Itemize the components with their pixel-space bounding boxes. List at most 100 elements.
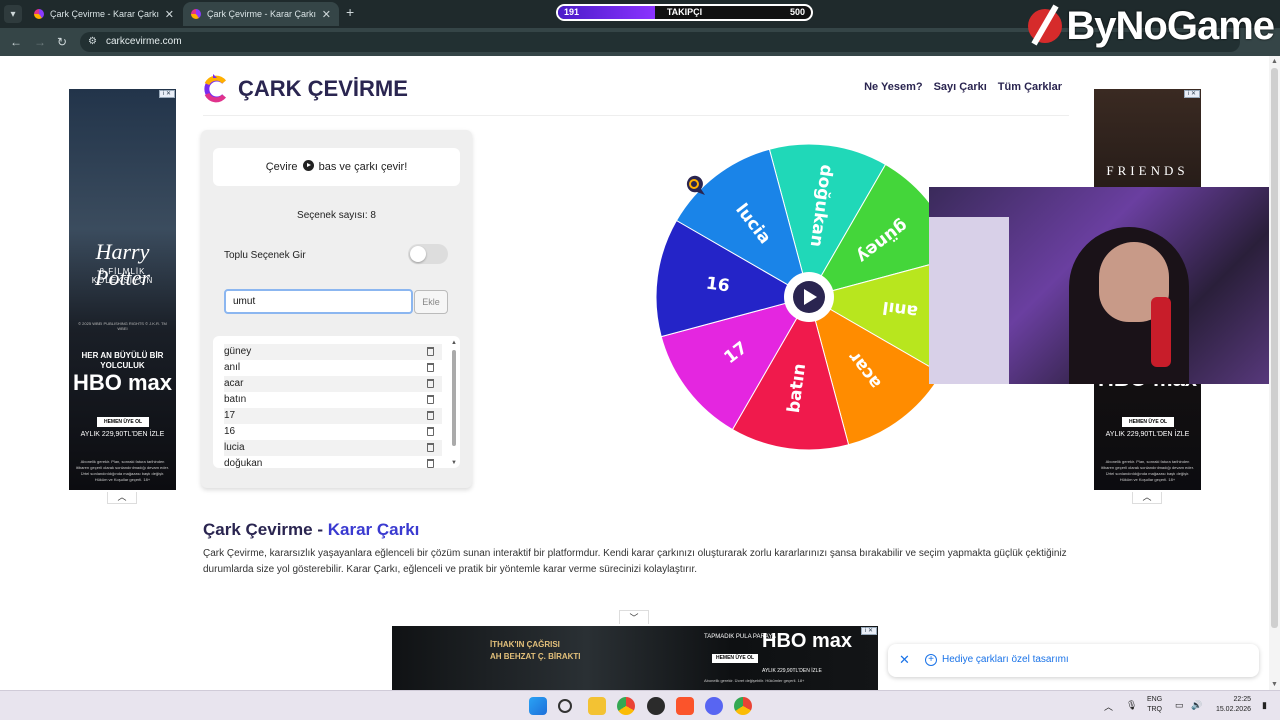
trash-icon[interactable] <box>427 459 434 468</box>
trash-icon[interactable] <box>427 411 434 420</box>
trash-icon[interactable] <box>427 443 434 452</box>
ad-price: AYLIK 229,90TL'DEN İZLE <box>1105 431 1190 438</box>
site-logo-icon[interactable] <box>202 74 228 104</box>
scroll-down-icon[interactable]: ▼ <box>1271 681 1278 688</box>
option-input[interactable] <box>224 289 413 314</box>
nav-tum-carklar[interactable]: Tüm Çarklar <box>998 81 1062 93</box>
browser-tab-2[interactable]: Çark Çevirme - Karar Çarkı ✕ <box>183 2 339 26</box>
trash-icon[interactable] <box>427 347 434 356</box>
left-ad-banner[interactable]: i ✕ Harry Potter 8 FİLMLİK KOLEKSİYON © … <box>69 89 176 490</box>
play-icon <box>302 160 314 171</box>
windows-taskbar: ︿ 🎙 ENG TRQ ▭ 🔊 22:25 15.02.2026 ▮ <box>0 690 1280 720</box>
option-label: batın <box>224 394 247 405</box>
ad-cta-button[interactable]: HEMEN ÜYE OL <box>712 654 758 663</box>
site-info-icon[interactable]: ⚙ <box>88 36 97 47</box>
option-row: acar <box>224 376 442 392</box>
section-title-accent: Karar Çarkı <box>327 520 420 539</box>
spin-hint-before: Çevire <box>265 161 298 173</box>
follower-goal-bar: 191 TAKIPÇI 500 <box>556 4 813 21</box>
section-title: Çark Çevirme - Karar Çarkı <box>203 520 419 540</box>
ad-fine-print: Abonelik gerekir. Plan, sonraki fatura t… <box>76 459 169 482</box>
scroll-thumb[interactable] <box>452 350 456 446</box>
site-favicon-icon <box>191 9 201 19</box>
option-row: 17 <box>224 408 442 424</box>
add-option-button[interactable]: Ekle <box>414 290 448 314</box>
option-row: doğukan <box>224 456 442 468</box>
option-label: doğukan <box>224 458 263 468</box>
bynogame-overlay-logo: ByNoGame <box>1028 2 1275 50</box>
webcam-wall <box>929 217 1009 384</box>
custom-design-label[interactable]: Hediye çarkları özel tasarımı <box>942 654 1069 665</box>
system-clock[interactable]: 22:25 15.02.2026 <box>1207 695 1251 715</box>
site-nav: Ne Yesem? Sayı Çarkı Tüm Çarklar <box>864 81 1062 93</box>
microphone-icon[interactable]: 🎙 <box>1126 700 1137 711</box>
nav-sayi-carki[interactable]: Sayı Çarkı <box>934 81 987 93</box>
ad-price: AYLIK 229,90TL'DEN İZLE <box>762 668 822 674</box>
trash-icon[interactable] <box>427 427 434 436</box>
network-icon[interactable]: ▭ <box>1175 700 1184 711</box>
tab-close-icon[interactable]: ✕ <box>165 8 174 21</box>
options-scrollbar[interactable]: ▲ ▼ <box>451 340 457 466</box>
search-icon[interactable] <box>558 699 572 713</box>
ad-fine-print: Abonelik gerekir. Plan, sonraki fatura t… <box>1101 459 1194 482</box>
page-scroll-thumb[interactable] <box>1271 68 1278 628</box>
scroll-down-icon[interactable]: ▼ <box>451 460 457 466</box>
section-description: Çark Çevirme, kararsızlık yaşayanlara eğ… <box>203 548 1067 575</box>
options-list[interactable]: güney anıl acar batın 17 16 lucia doğukan ▲ ▼ <box>213 336 460 468</box>
browser-tab-1[interactable]: Çark Çevirme - Karar Çarkı ✕ <box>26 2 182 26</box>
bottom-ad-collapse-button[interactable]: ﹀ <box>619 610 649 624</box>
tab-search-button[interactable]: ▾ <box>4 5 22 23</box>
back-arrow-icon[interactable]: ← <box>10 35 22 49</box>
start-icon[interactable] <box>529 697 547 715</box>
option-row: güney <box>224 344 442 360</box>
scroll-up-icon[interactable]: ▲ <box>1271 58 1278 65</box>
reload-icon[interactable]: ↻ <box>57 35 67 49</box>
address-url: carkcevirme.com <box>106 36 182 47</box>
bulk-input-toggle[interactable] <box>408 244 448 264</box>
clock-date: 15.02.2026 <box>1215 706 1251 713</box>
file-explorer-icon[interactable] <box>588 697 606 715</box>
left-ad-collapse-button[interactable]: ︿ <box>107 492 137 504</box>
page-scrollbar[interactable]: ▲ ▼ <box>1269 56 1280 690</box>
trash-icon[interactable] <box>427 395 434 404</box>
section-title-main: Çark Çevirme - <box>203 520 328 539</box>
close-icon[interactable]: ✕ <box>899 652 910 668</box>
language-indicator[interactable]: ENG TRQ <box>1147 695 1162 715</box>
tab-title: Çark Çevirme - Karar Çarkı <box>50 9 160 19</box>
bottom-ad-banner[interactable]: i ✕ İTHAK'IN ÇAĞRISI AH BEHZAT Ç. BİRAKT… <box>392 626 878 690</box>
new-tab-button[interactable]: + <box>346 4 354 20</box>
scroll-up-icon[interactable]: ▲ <box>451 340 457 346</box>
option-row: lucia <box>224 440 442 456</box>
tab-title: Çark Çevirme - Karar Çarkı <box>207 9 317 19</box>
chrome-icon[interactable] <box>617 697 635 715</box>
chrome-active-icon[interactable] <box>734 697 752 715</box>
option-label: 17 <box>224 410 236 421</box>
ad-choices-icon[interactable]: i ✕ <box>1184 90 1200 98</box>
ad-cta-button[interactable]: HEMEN ÜYE OL <box>1122 417 1174 427</box>
app-icon[interactable] <box>647 697 665 715</box>
ad-choices-icon[interactable]: i ✕ <box>861 627 877 635</box>
notification-icon[interactable]: ▮ <box>1262 700 1267 711</box>
site-favicon-icon <box>34 9 44 19</box>
nav-ne-yesem[interactable]: Ne Yesem? <box>864 81 923 93</box>
forward-arrow-icon[interactable]: → <box>34 35 46 49</box>
ad-choices-icon[interactable]: i ✕ <box>159 90 175 98</box>
site-title[interactable]: ÇARK ÇEVİRME <box>238 76 408 102</box>
trash-icon[interactable] <box>427 363 434 372</box>
trash-icon[interactable] <box>427 379 434 388</box>
tray-chevron-icon[interactable]: ︿ <box>1104 700 1113 713</box>
right-ad-collapse-button[interactable]: ︿ <box>1132 492 1162 504</box>
ad-cta-button[interactable]: HEMEN ÜYE OL <box>97 417 149 427</box>
add-circle-icon: + <box>925 654 937 666</box>
tab-close-icon[interactable]: ✕ <box>322 8 331 21</box>
custom-design-banner[interactable]: ✕ + Hediye çarkları özel tasarımı <box>888 644 1259 677</box>
volume-icon[interactable]: 🔊 <box>1191 700 1202 711</box>
follower-goal: 500 <box>789 7 805 17</box>
brave-icon[interactable] <box>676 697 694 715</box>
discord-icon[interactable] <box>705 697 723 715</box>
option-label: lucia <box>224 442 245 453</box>
wheel-segment-label: 16 <box>705 274 731 297</box>
hbo-max-logo: HBO max <box>762 630 853 652</box>
clock-time: 22:25 <box>1233 696 1251 703</box>
wheel-pointer-icon <box>686 175 705 195</box>
